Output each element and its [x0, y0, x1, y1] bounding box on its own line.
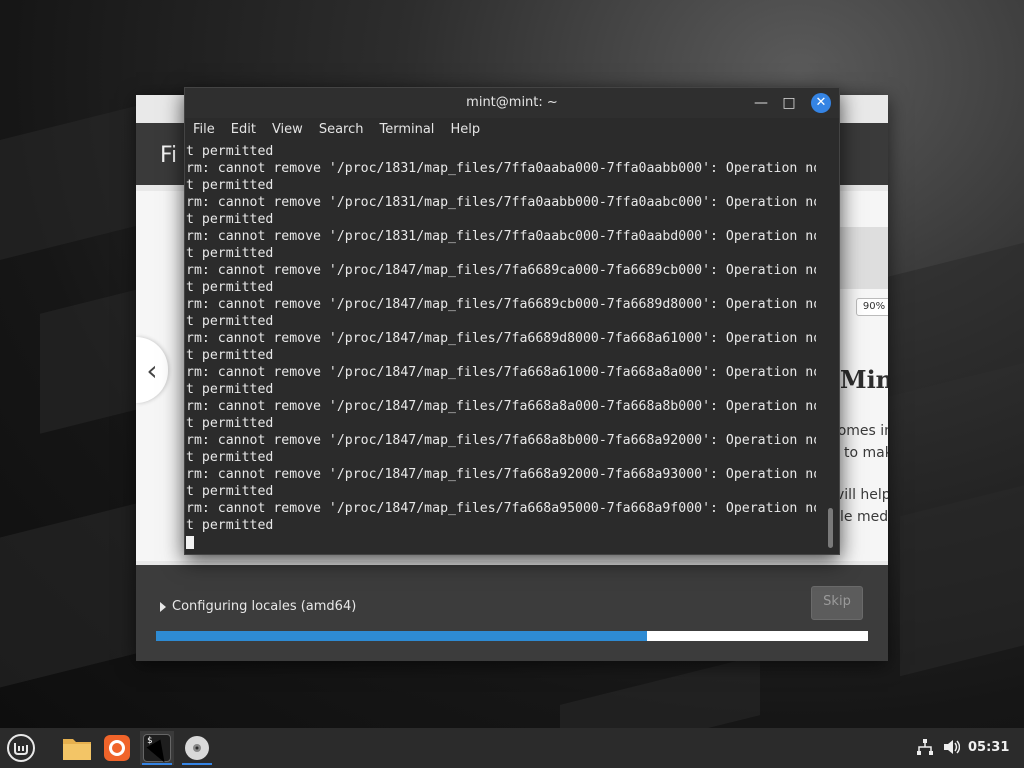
disc-launcher[interactable] [180, 731, 214, 765]
install-status-text: Configuring locales (amd64) [172, 599, 357, 614]
slide-heading: Min [840, 365, 888, 394]
terminal-line: t permitted [186, 348, 274, 363]
terminal-line: t permitted [186, 382, 274, 397]
terminal-line: rm: cannot remove '/proc/1831/map_files/… [186, 195, 816, 210]
terminal-line: rm: cannot remove '/proc/1847/map_files/… [186, 467, 816, 482]
terminal-line: rm: cannot remove '/proc/1847/map_files/… [186, 399, 816, 414]
terminal-line: rm: cannot remove '/proc/1847/map_files/… [186, 297, 816, 312]
firefox-launcher[interactable] [100, 731, 134, 765]
terminal-line: t permitted [186, 280, 274, 295]
terminal-output[interactable]: t permitted rm: cannot remove '/proc/1831… [186, 143, 816, 549]
terminal-line: rm: cannot remove '/proc/1847/map_files/… [186, 365, 816, 380]
terminal-line: rm: cannot remove '/proc/1831/map_files/… [186, 229, 816, 244]
minimize-button[interactable]: — [751, 93, 771, 113]
install-progress-bar [156, 631, 868, 641]
terminal-line: t permitted [186, 314, 274, 329]
slide-panel [836, 227, 888, 289]
mint-menu-button[interactable] [4, 731, 38, 765]
terminal-line: t permitted [186, 416, 274, 431]
terminal-line: t permitted [186, 178, 274, 193]
close-icon: ✕ [815, 95, 827, 110]
slide-text-line: vill help [836, 487, 888, 503]
terminal-line: t permitted [186, 144, 274, 159]
terminal-line: t permitted [186, 518, 274, 533]
chevron-left-icon: ‹ [146, 353, 158, 387]
files-folder-icon [63, 739, 91, 760]
terminal-titlebar[interactable]: mint@mint: ~ — □ ✕ [185, 88, 839, 118]
terminal-prompt-line [186, 534, 816, 549]
terminal-line: rm: cannot remove '/proc/1831/map_files/… [186, 161, 816, 176]
maximize-icon: □ [782, 95, 796, 111]
running-indicator [182, 763, 212, 765]
install-progress-fill [156, 631, 648, 641]
menu-terminal[interactable]: Terminal [371, 119, 442, 141]
slide-text-line: le medi [840, 509, 888, 525]
install-status-toggle[interactable]: Configuring locales (amd64) [160, 599, 356, 614]
terminal-line: rm: cannot remove '/proc/1847/map_files/… [186, 331, 816, 346]
skip-button[interactable]: Skip [811, 586, 863, 620]
disc-icon [185, 736, 209, 760]
terminal-line: rm: cannot remove '/proc/1847/map_files/… [186, 501, 816, 516]
menu-edit[interactable]: Edit [223, 119, 264, 141]
network-icon[interactable] [916, 738, 934, 760]
terminal-line: t permitted [186, 212, 274, 227]
minimize-icon: — [754, 95, 768, 111]
terminal-window[interactable]: mint@mint: ~ — □ ✕ File Edit View Search… [184, 87, 840, 555]
firefox-icon [104, 735, 130, 761]
zoom-badge: 90% [856, 298, 888, 316]
terminal-lines: t permitted rm: cannot remove '/proc/1831… [186, 143, 816, 534]
maximize-button[interactable]: □ [779, 93, 799, 113]
volume-glyph [944, 740, 961, 754]
menu-help[interactable]: Help [442, 119, 488, 141]
files-launcher[interactable] [60, 731, 94, 765]
menu-search[interactable]: Search [311, 119, 372, 141]
terminal-menubar: File Edit View Search Terminal Help [185, 119, 488, 141]
terminal-line: rm: cannot remove '/proc/1847/map_files/… [186, 263, 816, 278]
text-cursor [186, 536, 194, 549]
volume-icon[interactable] [942, 738, 961, 760]
network-glyph [917, 739, 933, 755]
clock[interactable]: 05:31 [968, 740, 1009, 755]
terminal-line: rm: cannot remove '/proc/1847/map_files/… [186, 433, 816, 448]
expander-arrow-icon [160, 601, 166, 612]
terminal-title: mint@mint: ~ [466, 95, 558, 110]
terminal-line: t permitted [186, 450, 274, 465]
close-button[interactable]: ✕ [811, 93, 831, 113]
slide-text-line: to mak [844, 445, 888, 461]
menu-view[interactable]: View [264, 119, 311, 141]
terminal-scrollbar[interactable] [828, 508, 833, 548]
terminal-line: t permitted [186, 246, 274, 261]
terminal-line: t permitted [186, 484, 274, 499]
menu-file[interactable]: File [185, 119, 223, 141]
mint-menu-icon [7, 734, 35, 762]
installer-title: Fi [160, 143, 178, 168]
